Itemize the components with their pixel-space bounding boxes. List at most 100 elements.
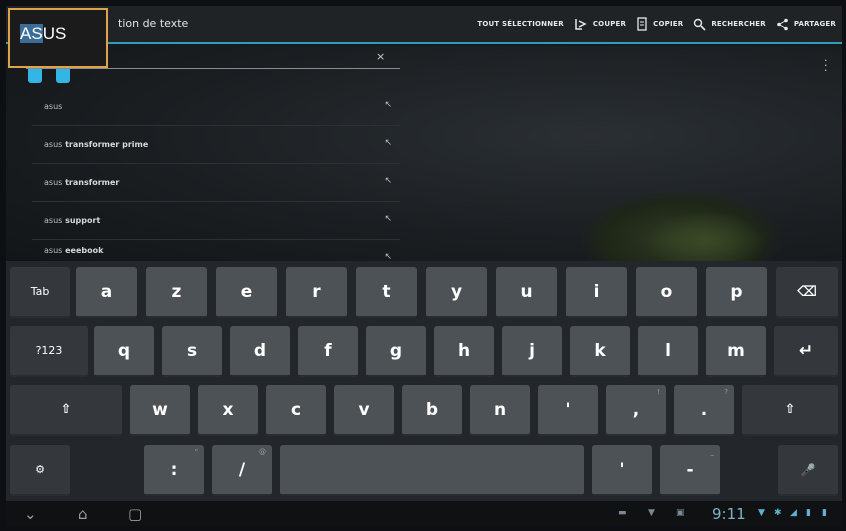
key-b[interactable]: b [402,385,462,436]
key-period-label: . [700,399,708,420]
suggestion-item[interactable]: asus transformer ↖ [32,164,400,202]
insert-suggestion-icon[interactable]: ↖ [384,100,392,110]
back-icon[interactable]: ⌄ [24,505,37,523]
search-icon [693,18,706,31]
key-w[interactable]: w [130,385,190,436]
key-dash-hint: _ [710,448,715,456]
key-q[interactable]: q [94,326,154,377]
backspace-key[interactable]: ⌫ [776,267,838,318]
key-r[interactable]: r [286,267,347,318]
suggestion-item[interactable]: asus eeebook ↖ [32,240,400,261]
home-icon[interactable]: ⌂ [78,505,88,523]
key-c[interactable]: c [266,385,326,436]
key-period[interactable]: .? [674,385,734,436]
key-e[interactable]: e [216,267,277,318]
key-p[interactable]: p [706,267,767,318]
usb-icon: ▬ [618,508,627,518]
insert-suggestion-icon[interactable]: ↖ [384,138,392,148]
share-button[interactable]: PARTAGER [776,18,836,31]
signal-icon: ◢ [790,508,797,518]
key-u[interactable]: u [496,267,557,318]
key-y[interactable]: y [426,267,487,318]
action-bar: tion de texte TOUT SÉLECTIONNER COUPER C… [6,6,842,44]
copy-button[interactable]: COPIER [636,17,683,31]
key-l[interactable]: l [638,326,698,377]
key-dash[interactable]: - _ [660,445,720,496]
search-button[interactable]: RECHERCHER [693,18,766,31]
suggestion-text: asus transformer [44,178,120,187]
key-f[interactable]: f [298,326,358,377]
share-icon [776,18,789,31]
key-n[interactable]: n [470,385,530,436]
key-colon-label: : [170,459,178,480]
select-all-label: TOUT SÉLECTIONNER [477,20,564,28]
overflow-menu-icon[interactable]: · · · [824,55,828,76]
key-k[interactable]: k [570,326,630,377]
search-field-underline [26,68,400,69]
key-comma-label: , [632,399,640,420]
cut-button[interactable]: COUPER [574,17,626,31]
suggestion-item[interactable]: asus support ↖ [32,202,400,240]
space-bar[interactable] [280,445,584,496]
shift-right-key[interactable]: ⇧ [742,385,838,436]
key-colon-hint: " [194,448,198,456]
copy-label: COPIER [653,20,684,28]
tab-key[interactable]: Tab [10,267,70,318]
action-buttons: TOUT SÉLECTIONNER COUPER COPIER RECHERCH… [477,6,836,42]
microphone-key[interactable]: 🎤 [778,445,838,496]
key-v[interactable]: v [334,385,394,436]
suggestion-item[interactable]: asus ↖ [32,88,400,126]
tablet-screen: tion de texte TOUT SÉLECTIONNER COUPER C… [6,6,842,526]
key-o[interactable]: o [636,267,697,318]
key-apostrophe[interactable]: ' [538,385,598,436]
search-suggestions: asus ↖ asus transformer prime ↖ asus tra… [32,88,400,260]
insert-suggestion-icon[interactable]: ↖ [384,214,392,224]
shift-left-key[interactable]: ⇧ [10,385,122,436]
symbols-key[interactable]: ?123 [10,326,88,377]
key-comma[interactable]: ,! [606,385,666,436]
key-t[interactable]: t [356,267,417,318]
key-colon[interactable]: : " [144,445,204,496]
key-j[interactable]: j [502,326,562,377]
suggestion-text: asus [44,102,63,111]
insert-suggestion-icon[interactable]: ↖ [384,176,392,186]
key-period-hint: ? [724,388,728,396]
cut-label: COUPER [592,20,627,28]
selected-text-rest: US [42,24,67,43]
on-screen-keyboard: Tab a z e r t y u i o p ⌫ ?123 q s d f g… [6,261,842,501]
copy-icon [636,17,648,31]
key-h[interactable]: h [434,326,494,377]
key-z[interactable]: z [146,267,207,318]
insert-suggestion-icon[interactable]: ↖ [384,252,392,260]
select-all-button[interactable]: TOUT SÉLECTIONNER [477,20,563,28]
selected-text-highlight: AS [20,24,43,43]
search-label: RECHERCHER [711,20,766,28]
settings-key[interactable]: ⚙ [10,445,70,496]
clear-search-icon[interactable]: × [376,50,385,63]
enter-key[interactable]: ↵ [774,326,838,377]
recent-apps-icon[interactable]: ▢ [128,505,142,523]
key-a[interactable]: a [76,267,137,318]
selection-end-handle[interactable] [56,69,70,83]
key-d[interactable]: d [230,326,290,377]
key-i[interactable]: i [566,267,627,318]
system-nav-bar: ⌄ ⌂ ▢ ▬ ▼ ▣ 9:11 ▼ ✱ ◢ ▮ ▮ [6,501,842,526]
action-bar-title: tion de texte [118,17,189,30]
selected-text: ASUS [20,24,66,44]
key-x[interactable]: x [198,385,258,436]
key-slash[interactable]: / @ [212,445,272,496]
key-g[interactable]: g [366,326,426,377]
dock-battery-icon: ▮ [806,508,811,518]
suggestion-text: asus support [44,216,101,225]
key-slash-hint: @ [259,448,266,456]
suggestion-text: asus transformer prime [44,140,149,149]
selection-start-handle[interactable] [28,69,42,83]
key-apostrophe-2[interactable]: ' [592,445,652,496]
key-m[interactable]: m [706,326,766,377]
battery-icon: ▮ [822,508,827,518]
status-clock: 9:11 [712,505,746,523]
wifi-icon: ▼ [758,508,765,518]
bluetooth-icon: ✱ [774,508,782,518]
key-s[interactable]: s [162,326,222,377]
suggestion-item[interactable]: asus transformer prime ↖ [32,126,400,164]
